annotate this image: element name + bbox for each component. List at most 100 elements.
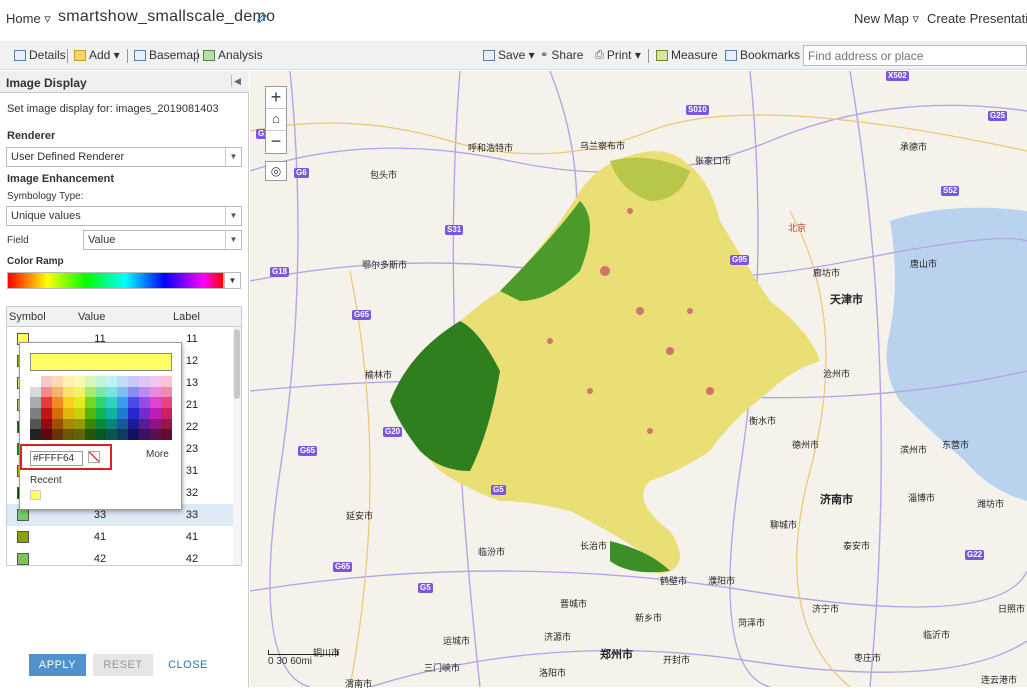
palette-color-cell[interactable] <box>150 418 162 430</box>
palette-color-cell[interactable] <box>40 408 52 419</box>
palette-color-cell[interactable] <box>117 418 129 430</box>
palette-color-cell[interactable] <box>51 397 63 408</box>
palette-color-cell[interactable] <box>95 429 107 440</box>
palette-color-cell[interactable] <box>51 429 63 440</box>
palette-color-cell[interactable] <box>161 429 172 440</box>
palette-color-cell[interactable] <box>128 429 140 440</box>
home-menu[interactable]: Home ▿ <box>6 11 51 27</box>
palette-color-cell[interactable] <box>161 408 172 419</box>
close-button[interactable]: CLOSE <box>163 654 213 676</box>
color-palette-grid[interactable] <box>30 376 172 440</box>
palette-color-cell[interactable] <box>62 418 74 430</box>
palette-color-cell[interactable] <box>128 408 140 419</box>
palette-color-cell[interactable] <box>73 418 85 430</box>
palette-color-cell[interactable] <box>84 418 96 430</box>
palette-color-cell[interactable] <box>139 408 151 419</box>
palette-color-cell[interactable] <box>139 397 151 408</box>
palette-color-cell[interactable] <box>139 386 151 398</box>
palette-color-cell[interactable] <box>117 429 129 440</box>
palette-color-cell[interactable] <box>139 376 151 387</box>
palette-color-cell[interactable] <box>128 386 140 398</box>
symbology-select[interactable]: Unique values ▼ <box>6 206 242 226</box>
edit-pencil-icon[interactable] <box>256 12 268 24</box>
palette-color-cell[interactable] <box>84 376 96 387</box>
search-input[interactable] <box>803 45 1027 66</box>
palette-color-cell[interactable] <box>106 386 118 398</box>
palette-color-cell[interactable] <box>150 408 162 419</box>
palette-color-cell[interactable] <box>139 429 151 440</box>
palette-color-cell[interactable] <box>51 376 63 387</box>
palette-color-cell[interactable] <box>117 408 129 419</box>
palette-color-cell[interactable] <box>73 376 85 387</box>
renderer-select[interactable]: User Defined Renderer ▼ <box>6 147 242 167</box>
palette-color-cell[interactable] <box>106 376 118 387</box>
add-button[interactable]: Add ▾ <box>74 48 120 62</box>
palette-color-cell[interactable] <box>62 376 74 387</box>
palette-color-cell[interactable] <box>62 429 74 440</box>
palette-color-cell[interactable] <box>30 397 41 408</box>
palette-color-cell[interactable] <box>161 418 172 430</box>
measure-button[interactable]: Measure <box>656 48 718 62</box>
palette-color-cell[interactable] <box>73 429 85 440</box>
symbol-swatch[interactable] <box>17 553 29 565</box>
palette-color-cell[interactable] <box>62 386 74 398</box>
reset-button[interactable]: RESET <box>93 654 153 676</box>
palette-color-cell[interactable] <box>73 397 85 408</box>
palette-color-cell[interactable] <box>30 408 41 419</box>
palette-color-cell[interactable] <box>106 397 118 408</box>
palette-color-cell[interactable] <box>62 408 74 419</box>
palette-color-cell[interactable] <box>106 429 118 440</box>
palette-color-cell[interactable] <box>30 376 41 387</box>
palette-color-cell[interactable] <box>128 418 140 430</box>
save-button[interactable]: Save ▾ <box>483 48 535 62</box>
apply-button[interactable]: APPLY <box>29 654 86 676</box>
palette-color-cell[interactable] <box>95 418 107 430</box>
palette-color-cell[interactable] <box>84 397 96 408</box>
palette-color-cell[interactable] <box>161 376 172 387</box>
palette-color-cell[interactable] <box>40 429 52 440</box>
share-button[interactable]: ⚭ Share <box>540 48 583 62</box>
palette-color-cell[interactable] <box>128 376 140 387</box>
palette-color-cell[interactable] <box>73 408 85 419</box>
hex-color-input[interactable]: #FFFF64 <box>30 451 83 466</box>
field-select[interactable]: Value ▼ <box>83 230 242 250</box>
palette-color-cell[interactable] <box>117 397 129 408</box>
palette-color-cell[interactable] <box>117 376 129 387</box>
home-extent-icon[interactable]: ⌂ <box>266 109 286 131</box>
palette-color-cell[interactable] <box>84 429 96 440</box>
table-row[interactable]: 42 42 <box>7 548 233 565</box>
new-map-menu[interactable]: New Map ▿ <box>854 11 919 27</box>
palette-color-cell[interactable] <box>30 386 41 398</box>
create-presentation-link[interactable]: Create Presentation <box>927 11 1027 26</box>
palette-color-cell[interactable] <box>30 429 41 440</box>
analysis-button[interactable]: Analysis <box>203 48 263 62</box>
palette-color-cell[interactable] <box>40 386 52 398</box>
palette-color-cell[interactable] <box>161 386 172 398</box>
palette-color-cell[interactable] <box>62 397 74 408</box>
palette-color-cell[interactable] <box>95 386 107 398</box>
bookmarks-button[interactable]: Bookmarks <box>725 48 800 62</box>
palette-color-cell[interactable] <box>150 386 162 398</box>
symbol-swatch[interactable] <box>17 509 29 521</box>
palette-color-cell[interactable] <box>106 418 118 430</box>
palette-color-cell[interactable] <box>30 418 41 430</box>
palette-color-cell[interactable] <box>73 386 85 398</box>
chevron-down-icon[interactable]: ▼ <box>224 272 241 289</box>
more-colors-link[interactable]: More <box>146 449 169 460</box>
palette-color-cell[interactable] <box>51 408 63 419</box>
details-button[interactable]: Details <box>14 48 66 62</box>
palette-color-cell[interactable] <box>106 408 118 419</box>
palette-color-cell[interactable] <box>95 408 107 419</box>
palette-color-cell[interactable] <box>51 418 63 430</box>
zoom-in-button[interactable]: + <box>266 87 286 109</box>
palette-color-cell[interactable] <box>84 386 96 398</box>
palette-color-cell[interactable] <box>139 418 151 430</box>
locate-icon[interactable]: ◎ <box>265 161 287 181</box>
table-row[interactable]: 41 41 <box>7 526 233 548</box>
palette-color-cell[interactable] <box>150 397 162 408</box>
palette-color-cell[interactable] <box>128 397 140 408</box>
palette-color-cell[interactable] <box>95 397 107 408</box>
scrollbar-thumb[interactable] <box>234 329 240 399</box>
palette-color-cell[interactable] <box>40 376 52 387</box>
basemap-button[interactable]: Basemap <box>134 48 200 62</box>
